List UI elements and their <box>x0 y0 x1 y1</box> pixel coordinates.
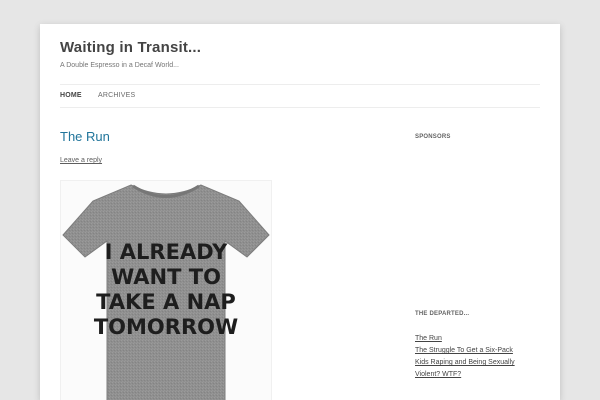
shirt-line-4: TOMORROW <box>94 315 238 339</box>
leave-reply-link[interactable]: Leave a reply <box>60 157 102 164</box>
list-item: The Run <box>415 333 545 345</box>
departed-link-violent[interactable]: Violent? WTF? <box>415 371 461 378</box>
list-item: The Struggle To Get a Six-Pack <box>415 345 545 357</box>
departed-link-six-pack[interactable]: The Struggle To Get a Six-Pack <box>415 347 513 354</box>
page-container: Waiting in Transit... A Double Espresso … <box>40 24 560 400</box>
main-navigation: HOME ARCHIVES <box>60 84 540 108</box>
sponsors-widget-title: SPONSORS <box>415 134 451 140</box>
departed-widget-title: THE DEPARTED... <box>415 311 470 317</box>
nav-item-archives[interactable]: ARCHIVES <box>98 92 135 99</box>
site-tagline: A Double Espresso in a Decaf World... <box>60 62 179 69</box>
site-title[interactable]: Waiting in Transit... <box>60 39 201 56</box>
departed-link-kids-raping[interactable]: Kids Raping and Being Sexually <box>415 359 515 366</box>
post-image[interactable]: I ALREADY WANT TO TAKE A NAP TOMORROW <box>60 180 272 400</box>
departed-posts-list: The Run The Struggle To Get a Six-Pack K… <box>415 333 545 381</box>
tshirt-image: I ALREADY WANT TO TAKE A NAP TOMORROW <box>62 184 270 400</box>
nav-item-home[interactable]: HOME <box>60 92 82 99</box>
shirt-line-2: WANT TO <box>111 265 221 289</box>
shirt-line-1: I ALREADY <box>105 240 228 264</box>
shirt-line-3: TAKE A NAP <box>96 290 236 314</box>
departed-link-the-run[interactable]: The Run <box>415 335 442 342</box>
post-title[interactable]: The Run <box>60 129 110 144</box>
list-item: Kids Raping and Being Sexually <box>415 357 545 369</box>
list-item: Violent? WTF? <box>415 369 545 381</box>
